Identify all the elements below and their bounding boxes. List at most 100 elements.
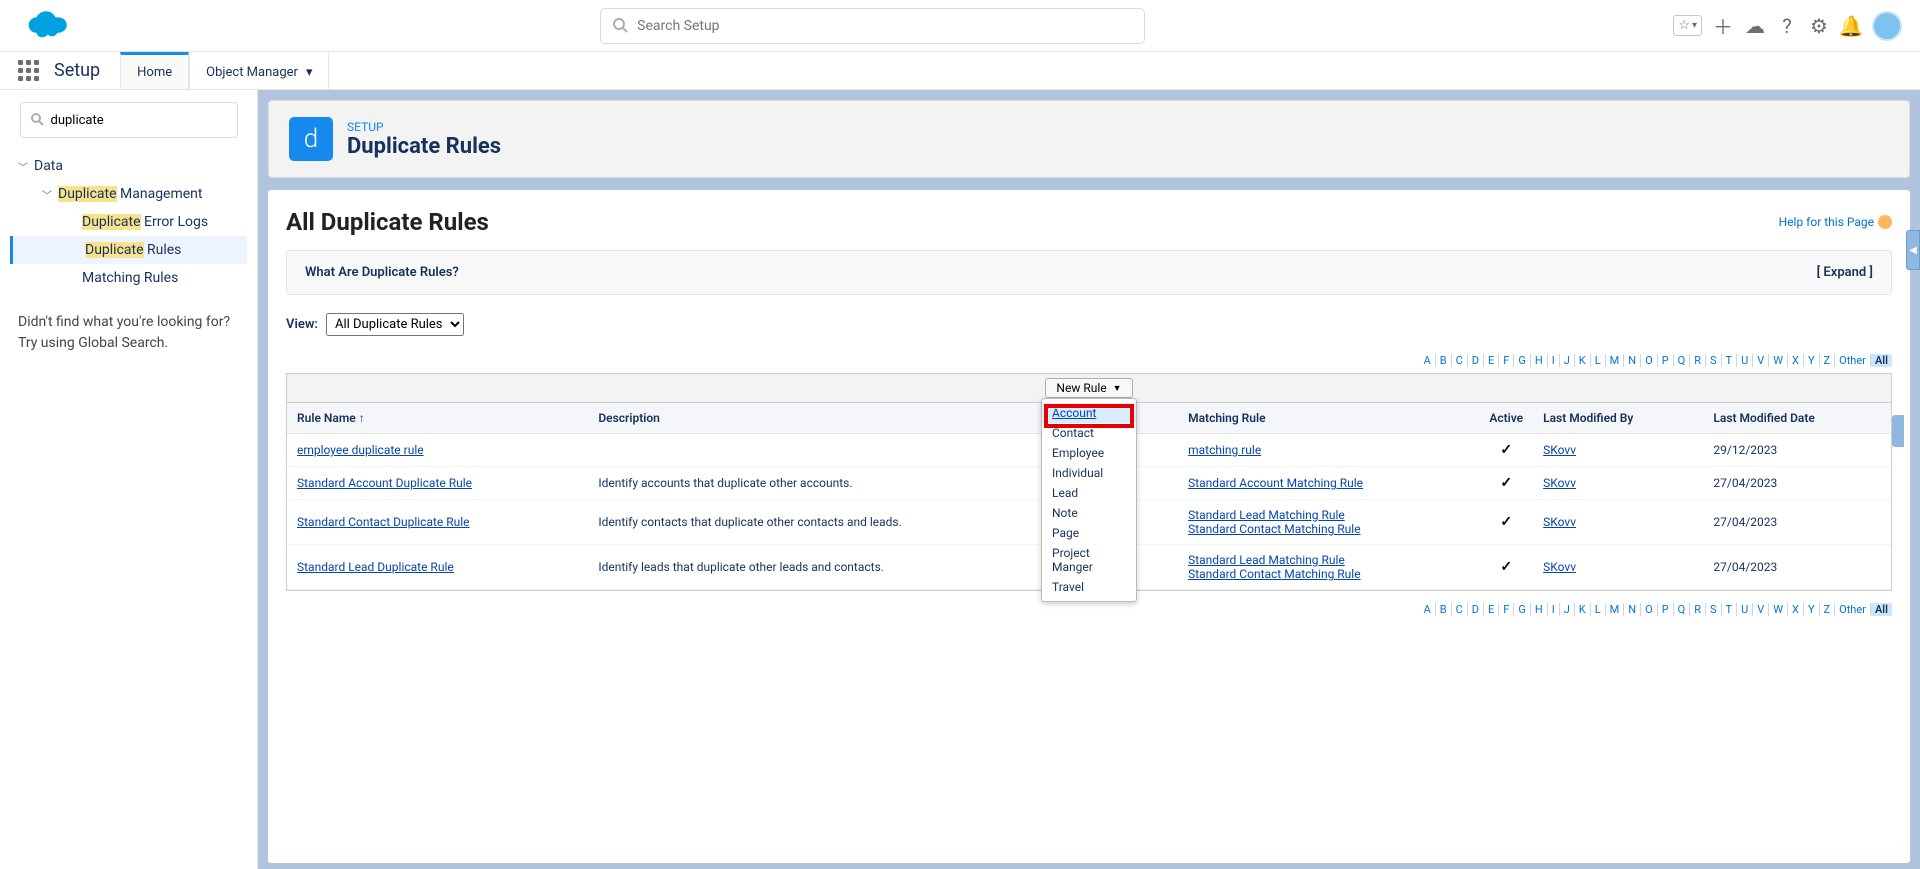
col-modified-date[interactable]: Last Modified Date bbox=[1703, 403, 1891, 434]
alpha-filter-n[interactable]: N bbox=[1624, 603, 1641, 616]
alpha-filter-d[interactable]: D bbox=[1468, 603, 1484, 616]
alpha-filter-w[interactable]: W bbox=[1769, 354, 1788, 367]
bell-icon[interactable]: 🔔 bbox=[1840, 15, 1862, 37]
alpha-filter-u[interactable]: U bbox=[1737, 603, 1753, 616]
alpha-filter-a[interactable]: A bbox=[1420, 354, 1436, 367]
global-search-input[interactable] bbox=[637, 18, 1132, 34]
matching-rule-link[interactable]: Standard Contact Matching Rule bbox=[1188, 567, 1361, 581]
tab-home[interactable]: Home bbox=[120, 52, 189, 89]
alpha-filter-t[interactable]: T bbox=[1722, 354, 1738, 367]
expand-link[interactable]: [ Expand ] bbox=[1817, 265, 1873, 280]
dropdown-option-travel[interactable]: Travel bbox=[1042, 577, 1136, 597]
alpha-filter-t[interactable]: T bbox=[1722, 603, 1738, 616]
matching-rule-link[interactable]: Standard Lead Matching Rule bbox=[1188, 508, 1345, 522]
alpha-filter-j[interactable]: J bbox=[1560, 354, 1575, 367]
alpha-filter-k[interactable]: K bbox=[1575, 603, 1591, 616]
tab-object-manager[interactable]: Object Manager ▾ bbox=[189, 52, 329, 89]
favorites-button[interactable]: ☆ ▾ bbox=[1673, 15, 1702, 36]
alpha-filter-f[interactable]: F bbox=[1499, 354, 1514, 367]
modified-by-link[interactable]: SKovv bbox=[1543, 515, 1576, 529]
alpha-filter-h[interactable]: H bbox=[1531, 603, 1548, 616]
collapse-panel-icon[interactable] bbox=[1892, 415, 1904, 447]
modified-by-link[interactable]: SKovv bbox=[1543, 443, 1576, 457]
col-description[interactable]: Description bbox=[588, 403, 1088, 434]
collapse-panel-icon[interactable]: ◀ bbox=[1906, 230, 1920, 270]
col-active[interactable]: Active bbox=[1479, 403, 1533, 434]
alpha-filter-r[interactable]: R bbox=[1690, 603, 1706, 616]
tree-node-duplicate-rules[interactable]: Duplicate Rules bbox=[10, 236, 247, 264]
alpha-filter-z[interactable]: Z bbox=[1820, 603, 1836, 616]
matching-rule-link[interactable]: matching rule bbox=[1188, 443, 1261, 457]
tree-node-duplicate-management[interactable]: ﹀ Duplicate Management bbox=[10, 180, 247, 208]
alpha-filter-j[interactable]: J bbox=[1560, 603, 1575, 616]
quick-find-input[interactable] bbox=[51, 113, 227, 128]
alpha-filter-x[interactable]: X bbox=[1788, 603, 1804, 616]
dropdown-option-note[interactable]: Note bbox=[1042, 503, 1136, 523]
salesforce-logo[interactable] bbox=[20, 8, 72, 44]
dropdown-option-project-manger[interactable]: Project Manger bbox=[1042, 543, 1136, 577]
alpha-filter-e[interactable]: E bbox=[1484, 354, 1499, 367]
alpha-filter-p[interactable]: P bbox=[1658, 603, 1674, 616]
alpha-filter-n[interactable]: N bbox=[1624, 354, 1641, 367]
rule-link[interactable]: Standard Account Duplicate Rule bbox=[297, 476, 472, 490]
alpha-filter-r[interactable]: R bbox=[1690, 354, 1706, 367]
alpha-filter-o[interactable]: O bbox=[1641, 354, 1658, 367]
matching-rule-link[interactable]: Standard Contact Matching Rule bbox=[1188, 522, 1361, 536]
dropdown-option-contact[interactable]: Contact bbox=[1042, 423, 1136, 443]
rule-link[interactable]: Standard Lead Duplicate Rule bbox=[297, 560, 454, 574]
alpha-filter-w[interactable]: W bbox=[1769, 603, 1788, 616]
alpha-filter-other[interactable]: Other bbox=[1835, 603, 1871, 616]
view-select[interactable]: All Duplicate Rules bbox=[326, 313, 464, 336]
alpha-filter-d[interactable]: D bbox=[1468, 354, 1484, 367]
tree-node-duplicate-error-logs[interactable]: Duplicate Error Logs bbox=[10, 208, 247, 236]
alpha-filter-f[interactable]: F bbox=[1499, 603, 1514, 616]
alpha-filter-i[interactable]: I bbox=[1548, 354, 1560, 367]
alpha-filter-y[interactable]: Y bbox=[1804, 354, 1820, 367]
add-icon[interactable]: ＋ bbox=[1712, 15, 1734, 37]
alpha-filter-p[interactable]: P bbox=[1658, 354, 1674, 367]
dropdown-option-lead[interactable]: Lead bbox=[1042, 483, 1136, 503]
col-modified-by[interactable]: Last Modified By bbox=[1533, 403, 1703, 434]
alpha-filter-q[interactable]: Q bbox=[1674, 354, 1691, 367]
alpha-filter-m[interactable]: M bbox=[1606, 354, 1625, 367]
avatar[interactable] bbox=[1872, 11, 1902, 41]
salesforce-help-icon[interactable]: ☁ bbox=[1744, 15, 1766, 37]
alpha-filter-a[interactable]: A bbox=[1420, 603, 1436, 616]
alpha-filter-g[interactable]: G bbox=[1514, 603, 1531, 616]
rule-link[interactable]: employee duplicate rule bbox=[297, 443, 424, 457]
alpha-filter-i[interactable]: I bbox=[1548, 603, 1560, 616]
alpha-filter-c[interactable]: C bbox=[1452, 354, 1468, 367]
alpha-filter-h[interactable]: H bbox=[1531, 354, 1548, 367]
col-rule-name[interactable]: Rule Name ↑ bbox=[287, 403, 588, 434]
modified-by-link[interactable]: SKovv bbox=[1543, 476, 1576, 490]
alpha-filter-q[interactable]: Q bbox=[1674, 603, 1691, 616]
alpha-filter-v[interactable]: V bbox=[1753, 354, 1769, 367]
alpha-filter-y[interactable]: Y bbox=[1804, 603, 1820, 616]
alpha-filter-s[interactable]: S bbox=[1706, 603, 1722, 616]
tree-node-matching-rules[interactable]: Matching Rules bbox=[10, 264, 247, 292]
dropdown-option-page[interactable]: Page bbox=[1042, 523, 1136, 543]
dropdown-option-account[interactable]: Account bbox=[1042, 403, 1136, 423]
app-launcher-icon[interactable] bbox=[18, 60, 40, 82]
alpha-filter-l[interactable]: L bbox=[1591, 603, 1606, 616]
alpha-filter-other[interactable]: Other bbox=[1835, 354, 1871, 367]
help-link[interactable]: Help for this Page bbox=[1779, 215, 1892, 229]
alpha-filter-z[interactable]: Z bbox=[1820, 354, 1836, 367]
alpha-filter-o[interactable]: O bbox=[1641, 603, 1658, 616]
alpha-filter-b[interactable]: B bbox=[1436, 603, 1452, 616]
dropdown-option-individual[interactable]: Individual bbox=[1042, 463, 1136, 483]
alpha-filter-c[interactable]: C bbox=[1452, 603, 1468, 616]
new-rule-button[interactable]: New Rule ▼ bbox=[1045, 378, 1132, 398]
alpha-filter-v[interactable]: V bbox=[1753, 603, 1769, 616]
global-search[interactable] bbox=[600, 8, 1145, 44]
gear-icon[interactable]: ⚙ bbox=[1808, 15, 1830, 37]
alpha-filter-u[interactable]: U bbox=[1737, 354, 1753, 367]
alpha-filter-g[interactable]: G bbox=[1514, 354, 1531, 367]
alpha-filter-m[interactable]: M bbox=[1606, 603, 1625, 616]
help-icon[interactable]: ? bbox=[1776, 15, 1798, 37]
tree-node-data[interactable]: ﹀ Data bbox=[10, 152, 247, 180]
alpha-filter-all[interactable]: All bbox=[1871, 603, 1892, 616]
rule-link[interactable]: Standard Contact Duplicate Rule bbox=[297, 515, 470, 529]
modified-by-link[interactable]: SKovv bbox=[1543, 560, 1576, 574]
alpha-filter-b[interactable]: B bbox=[1436, 354, 1452, 367]
